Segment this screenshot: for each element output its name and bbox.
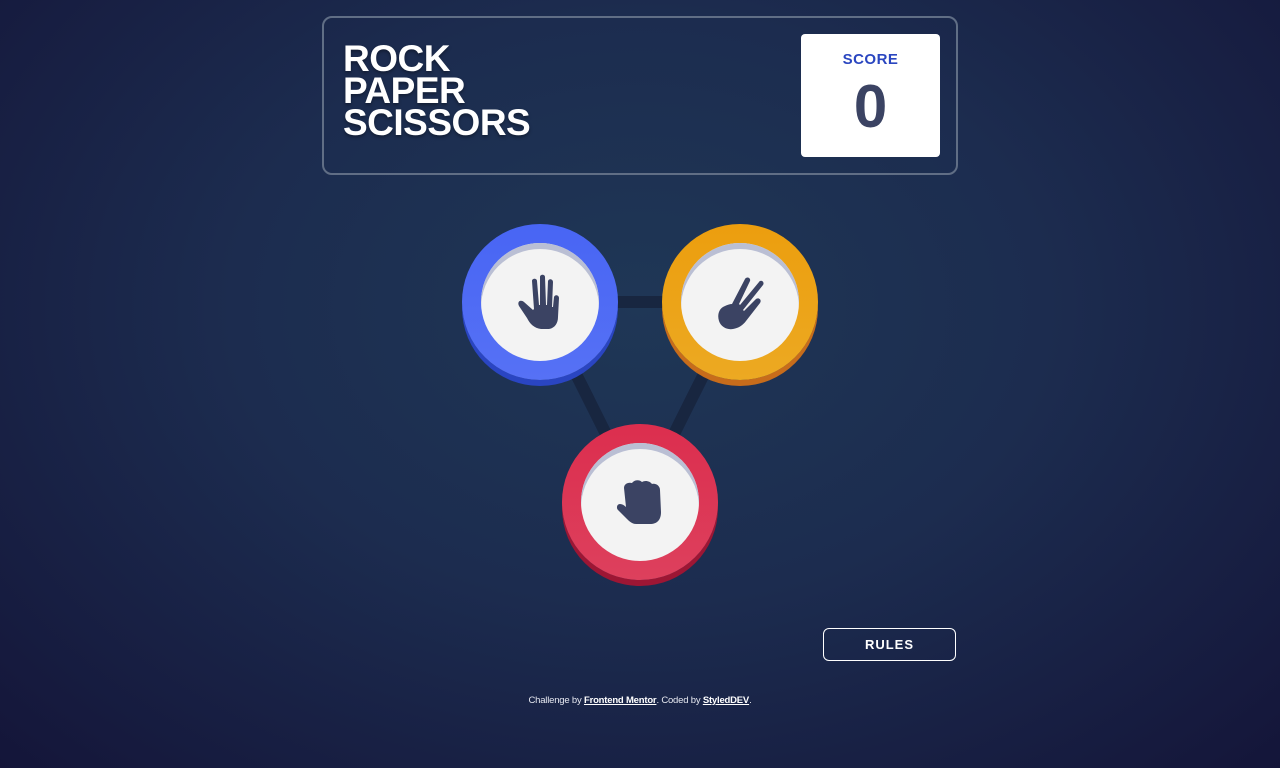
attribution-middle: . Coded by	[656, 695, 703, 706]
rock-fist-icon	[616, 480, 661, 524]
attribution-prefix: Challenge by	[528, 695, 584, 706]
frontend-mentor-link[interactable]: Frontend Mentor	[584, 695, 657, 706]
scissors-token-face[interactable]	[681, 243, 799, 361]
rock-token-face[interactable]	[581, 443, 699, 561]
rules-button[interactable]: RULES	[823, 628, 956, 661]
paper-button[interactable]	[462, 224, 618, 380]
attribution: Challenge by Frontend Mentor. Coded by S…	[0, 695, 1280, 706]
game-board	[0, 0, 1280, 768]
attribution-suffix: .	[749, 695, 752, 706]
scissors-hand-icon	[718, 277, 764, 330]
rock-button[interactable]	[562, 424, 718, 580]
paper-token-face[interactable]	[481, 243, 599, 361]
scissors-button[interactable]	[662, 224, 818, 380]
paper-hand-icon	[518, 274, 559, 329]
triangle-background	[534, 296, 746, 505]
author-link[interactable]: StyledDEV	[703, 695, 749, 706]
